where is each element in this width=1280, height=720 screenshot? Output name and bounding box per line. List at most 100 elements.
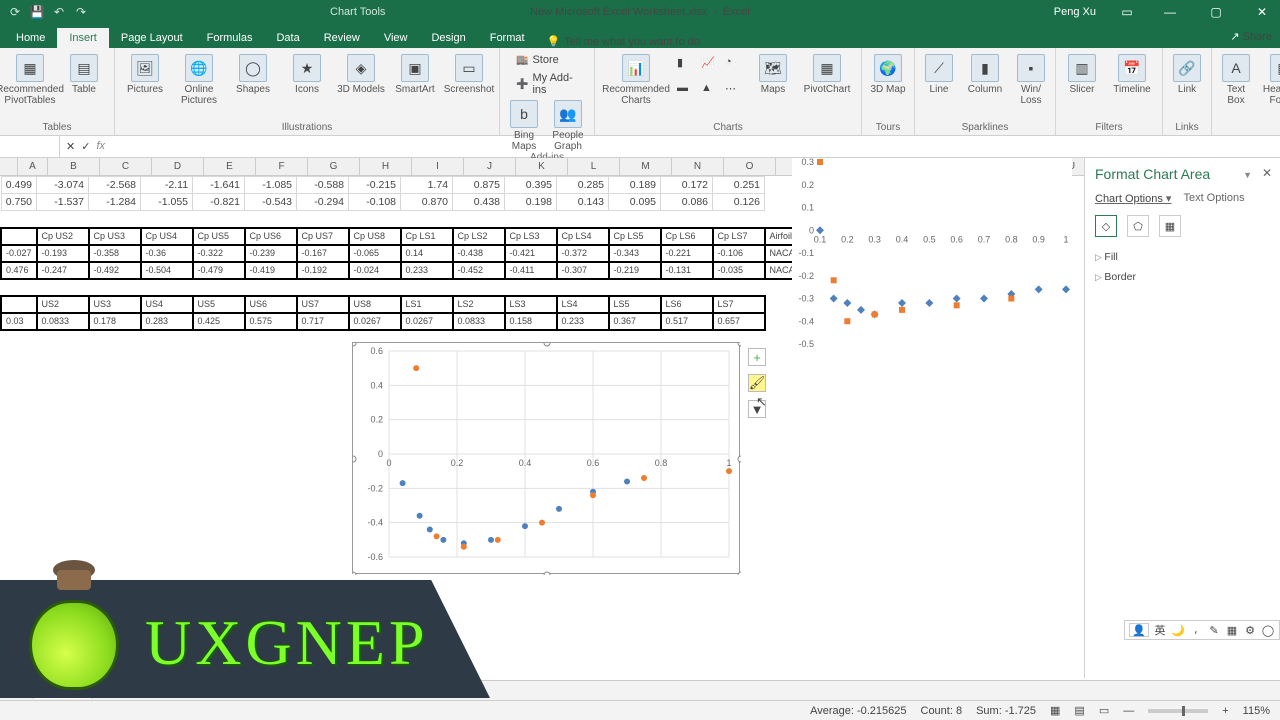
text-options-tab[interactable]: Text Options: [1183, 192, 1244, 205]
svg-text:-0.2: -0.2: [798, 271, 814, 281]
svg-text:0: 0: [386, 458, 391, 468]
border-section[interactable]: Border: [1095, 267, 1270, 287]
pie-chart-icon[interactable]: ◔: [725, 56, 745, 72]
ime-user-icon[interactable]: 👤: [1129, 623, 1149, 637]
enter-formula-icon[interactable]: ✓: [81, 140, 90, 153]
sheet-nav-next-icon[interactable]: ▸: [12, 684, 18, 697]
effects-icon[interactable]: ⬠: [1127, 215, 1149, 237]
svg-text:0.6: 0.6: [950, 234, 963, 244]
svg-text:-0.5: -0.5: [798, 339, 814, 349]
ime-toolbar[interactable]: 👤 英🌙⸴✎▦⚙◯: [1124, 620, 1280, 640]
svg-text:0.6: 0.6: [587, 458, 600, 468]
slicer-button[interactable]: ▥Slicer: [1062, 52, 1102, 95]
sparkline-line[interactable]: ⟋Line: [921, 52, 957, 106]
svg-text:0.6: 0.6: [370, 346, 383, 356]
redo-icon[interactable]: ↷: [72, 3, 90, 21]
pane-close-icon[interactable]: ✕: [1262, 166, 1272, 180]
recommended-pivottables[interactable]: ▦Recommended PivotTables: [6, 52, 54, 106]
fill-section[interactable]: Fill: [1095, 247, 1270, 267]
name-box[interactable]: [0, 136, 60, 157]
3d-map[interactable]: 🌍3D Map: [868, 52, 908, 95]
maps-button[interactable]: 🗺Maps: [753, 52, 793, 106]
timeline-button[interactable]: 📅Timeline: [1108, 52, 1156, 95]
svg-text:-0.2: -0.2: [367, 483, 383, 493]
size-properties-icon[interactable]: ▦: [1159, 215, 1181, 237]
user-name[interactable]: Peng Xu: [1054, 6, 1096, 18]
svg-text:1: 1: [1063, 234, 1068, 244]
cancel-formula-icon[interactable]: ✕: [66, 140, 75, 153]
svg-text:0.2: 0.2: [370, 415, 383, 425]
svg-text:0.4: 0.4: [896, 234, 909, 244]
save-icon[interactable]: 💾: [28, 3, 46, 21]
data-row: 0.499-3.074-2.568-2.11-1.641-1.085-0.588…: [1, 177, 820, 194]
link-button[interactable]: 🔗Link: [1169, 52, 1205, 95]
undo-icon[interactable]: ↶: [50, 3, 68, 21]
svg-text:-0.3: -0.3: [798, 294, 814, 304]
tab-home[interactable]: Home: [4, 28, 57, 48]
zoom-out-icon[interactable]: —: [1123, 705, 1134, 717]
chart-elements-button[interactable]: +: [748, 348, 766, 366]
chart-options-tab[interactable]: Chart Options ▾: [1095, 192, 1171, 205]
scatter-chart-icon[interactable]: ⋯: [725, 82, 745, 98]
sheet-tab[interactable]: Sheet1: [33, 682, 92, 699]
online-pictures[interactable]: 🌐Online Pictures: [175, 52, 223, 106]
people-graph[interactable]: 👥People Graph: [548, 98, 588, 152]
shapes-button[interactable]: ◯Shapes: [229, 52, 277, 106]
tab-data[interactable]: Data: [264, 28, 311, 48]
icons-button[interactable]: ★Icons: [283, 52, 331, 106]
autosave-icon[interactable]: ⟳: [6, 3, 24, 21]
view-page-break-icon[interactable]: ▭: [1099, 704, 1109, 717]
svg-text:0.2: 0.2: [801, 180, 814, 190]
pictures-button[interactable]: 🖼Pictures: [121, 52, 169, 106]
my-addins[interactable]: ➕ My Add-ins: [512, 70, 582, 98]
chart-styles-button[interactable]: 🖌: [748, 374, 766, 392]
tell-me[interactable]: 💡Tell me what you want to do: [547, 35, 700, 48]
area-chart-icon[interactable]: ▲: [701, 82, 721, 98]
tab-format[interactable]: Format: [478, 28, 537, 48]
maximize-icon[interactable]: ▢: [1198, 0, 1234, 24]
sparkline-column[interactable]: ▮Column: [963, 52, 1007, 106]
3d-models[interactable]: ◈3D Models: [337, 52, 385, 106]
fx-icon[interactable]: fx: [96, 140, 105, 153]
pivotchart-button[interactable]: ▦PivotChart: [799, 52, 855, 106]
bar-chart-icon[interactable]: ▬: [677, 82, 697, 98]
zoom-in-icon[interactable]: +: [1222, 705, 1228, 717]
fill-line-icon[interactable]: ◇: [1095, 215, 1117, 237]
minimize-icon[interactable]: —: [1152, 0, 1188, 24]
zoom-level[interactable]: 115%: [1243, 705, 1270, 717]
close-icon[interactable]: ✕: [1244, 0, 1280, 24]
formula-bar: ✕ ✓ fx: [0, 136, 1280, 158]
app-name: Excel: [723, 6, 750, 18]
status-bar: Average: -0.215625 Count: 8 Sum: -1.725 …: [0, 700, 1280, 720]
new-sheet-icon[interactable]: +: [98, 684, 112, 698]
text-box[interactable]: AText Box: [1218, 52, 1254, 106]
embedded-chart-topright[interactable]: -0.5-0.4-0.3-0.2-0.100.10.20.30.10.20.30…: [792, 158, 1072, 358]
tab-formulas[interactable]: Formulas: [195, 28, 265, 48]
sparkline-winloss[interactable]: ▪Win/ Loss: [1013, 52, 1049, 106]
svg-text:0.7: 0.7: [978, 234, 991, 244]
share-button[interactable]: ↗ Share: [1230, 30, 1272, 43]
line-chart-icon[interactable]: 📈: [701, 56, 721, 72]
zoom-slider[interactable]: [1148, 709, 1208, 713]
recommended-charts[interactable]: 📊Recommended Charts: [601, 52, 671, 106]
screenshot-button[interactable]: ▭Screenshot: [445, 52, 493, 106]
header-footer[interactable]: ▤Header & Footer: [1260, 52, 1280, 106]
embedded-chart-selected[interactable]: 00.20.40.60.81-0.6-0.4-0.200.20.40.6: [352, 342, 740, 574]
smartart-button[interactable]: ▣SmartArt: [391, 52, 439, 106]
view-normal-icon[interactable]: ▦: [1050, 704, 1060, 717]
tab-view[interactable]: View: [372, 28, 420, 48]
tab-page-layout[interactable]: Page Layout: [109, 28, 195, 48]
header-row: US2US3US4US5US6US7US8LS1LS2LS3LS4LS5LS6L…: [1, 296, 820, 313]
table-button[interactable]: ▤Table: [60, 52, 108, 106]
svg-text:0.8: 0.8: [655, 458, 668, 468]
tab-insert[interactable]: Insert: [57, 28, 109, 48]
tab-design[interactable]: Design: [419, 28, 477, 48]
view-page-layout-icon[interactable]: ▤: [1074, 704, 1084, 717]
column-chart-icon[interactable]: ▮: [677, 56, 697, 72]
cursor-icon: ↖: [756, 394, 767, 410]
tab-review[interactable]: Review: [312, 28, 372, 48]
bing-maps[interactable]: bBing Maps: [506, 98, 542, 152]
store-button[interactable]: 🏬 Store: [512, 52, 563, 68]
pane-dropdown-icon[interactable]: ▼: [1243, 170, 1252, 180]
ribbon-display-icon[interactable]: ▭: [1112, 0, 1142, 24]
